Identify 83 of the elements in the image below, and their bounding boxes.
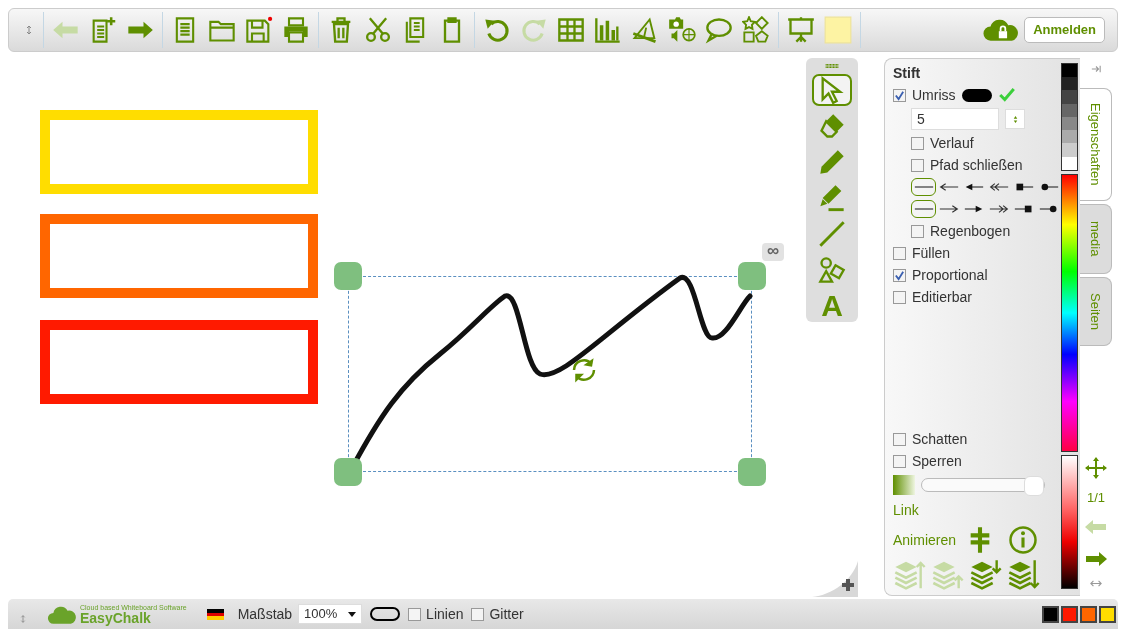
- cloud-lock-icon: [982, 17, 1019, 43]
- checkbox-label: Schatten: [912, 429, 968, 449]
- flag-icon[interactable]: [206, 608, 224, 620]
- save-icon[interactable]: [245, 16, 273, 44]
- line-ending-icon[interactable]: [988, 182, 1009, 192]
- layers-icon[interactable]: [1007, 559, 1041, 591]
- selected-tool[interactable]: [812, 74, 852, 106]
- add-page-icon[interactable]: [812, 561, 858, 597]
- move-icon[interactable]: [1084, 455, 1108, 480]
- checkbox[interactable]: [911, 158, 924, 172]
- checkmark-icon[interactable]: [997, 86, 1016, 104]
- checkbox[interactable]: [911, 136, 924, 150]
- collapse-icon[interactable]: [1090, 64, 1102, 74]
- line-ending-icon[interactable]: [988, 204, 1009, 214]
- line-style-button[interactable]: [370, 607, 401, 621]
- resize-handle[interactable]: [738, 262, 766, 290]
- checkbox-label: Verlauf: [930, 133, 974, 153]
- link-badge[interactable]: ∞: [762, 243, 784, 261]
- spinner-arrows-icon[interactable]: [1011, 114, 1019, 124]
- panel-title: Stift: [893, 64, 922, 83]
- text-tool[interactable]: A: [812, 290, 852, 322]
- scale-label: Maßstab: [237, 604, 293, 624]
- animate-label[interactable]: Animieren: [893, 529, 957, 551]
- speech-bubble-icon[interactable]: [705, 16, 733, 44]
- spinner-button[interactable]: [1005, 109, 1025, 129]
- color-swatch[interactable]: [1080, 605, 1097, 623]
- outline-swatch[interactable]: [961, 88, 992, 102]
- checkbox[interactable]: [893, 268, 906, 282]
- presentation-board-icon[interactable]: [787, 16, 815, 44]
- checkbox-label: Umriss: [912, 85, 956, 105]
- checkbox[interactable]: [471, 607, 485, 621]
- page-counter: 1/1: [1086, 488, 1106, 507]
- line-ending-icon[interactable]: [938, 182, 959, 192]
- shapes-icon[interactable]: [742, 16, 770, 44]
- color-swatch[interactable]: [1061, 605, 1078, 623]
- table-icon[interactable]: [557, 16, 585, 44]
- login-button[interactable]: Anmelden: [1024, 17, 1105, 43]
- slider-thumb[interactable]: [1024, 476, 1044, 496]
- panel-tab[interactable]: Seiten: [1080, 277, 1112, 346]
- dropdown-caret-icon[interactable]: [348, 611, 357, 617]
- layers-icon[interactable]: [969, 559, 1003, 591]
- line-ending-icon[interactable]: [963, 204, 984, 214]
- camera-globe-icon[interactable]: [668, 16, 696, 44]
- resize-width-icon[interactable]: [1090, 579, 1102, 588]
- checkbox-label: Proportional: [912, 265, 988, 285]
- geometry-icon[interactable]: [631, 16, 659, 44]
- grayscale-palette[interactable]: [1061, 63, 1078, 171]
- shade-palette[interactable]: [1061, 455, 1078, 589]
- move-handle-icon[interactable]: [18, 612, 28, 626]
- checkbox-label: Linien: [426, 604, 464, 624]
- info-icon[interactable]: [1008, 525, 1039, 555]
- link-label[interactable]: Link: [893, 500, 1061, 521]
- checkbox[interactable]: [893, 432, 906, 446]
- scissors-icon[interactable]: [364, 16, 392, 44]
- bar-chart-icon[interactable]: [594, 16, 622, 44]
- panel-tab[interactable]: Eigenschaften: [1080, 88, 1112, 201]
- panel-tab[interactable]: media: [1080, 204, 1112, 274]
- checkbox[interactable]: [893, 290, 906, 304]
- line-ending-icon[interactable]: [1038, 204, 1059, 214]
- opacity-gradient-icon: [893, 475, 915, 495]
- stroke-width-field[interactable]: 5: [911, 108, 999, 130]
- scale-select[interactable]: 100%: [298, 604, 363, 624]
- checkbox-label: Regenbogen: [930, 221, 1011, 241]
- checkbox[interactable]: [408, 607, 422, 621]
- checkbox[interactable]: [893, 246, 906, 260]
- checkbox[interactable]: [893, 454, 906, 468]
- checkbox-label: Editierbar: [912, 287, 972, 307]
- hue-palette[interactable]: [1061, 174, 1078, 452]
- color-swatch[interactable]: [1042, 605, 1059, 623]
- resize-handle[interactable]: [334, 458, 362, 486]
- checkbox-label: Sperren: [912, 451, 962, 471]
- checkbox-label: Gitter: [489, 604, 524, 624]
- color-swatch[interactable]: [1099, 605, 1116, 623]
- checkbox[interactable]: [893, 88, 906, 102]
- logo-text: EasyChalk: [80, 610, 151, 625]
- line-ending-icon[interactable]: [1013, 204, 1034, 214]
- resize-handle[interactable]: [738, 458, 766, 486]
- checkbox-label: Pfad schließen: [930, 155, 1023, 175]
- line-ending-icon[interactable]: [938, 204, 959, 214]
- printer-icon[interactable]: [282, 16, 310, 44]
- checkbox-label: Füllen: [912, 243, 951, 263]
- checkbox[interactable]: [911, 224, 924, 238]
- resize-handle[interactable]: [334, 262, 362, 290]
